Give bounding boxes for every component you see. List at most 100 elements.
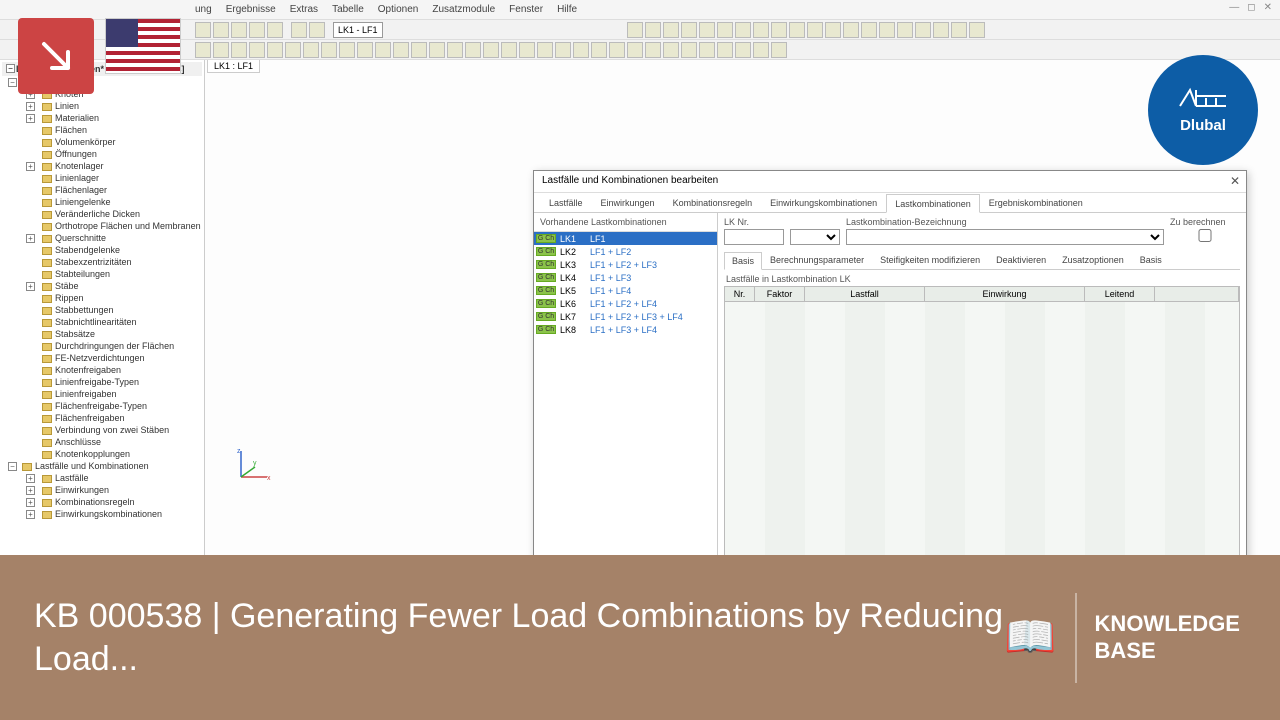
toolbar-button[interactable] — [735, 22, 751, 38]
toolbar-button[interactable] — [627, 22, 643, 38]
menu-item[interactable]: Ergebnisse — [226, 4, 276, 15]
calculate-checkbox[interactable] — [1170, 229, 1240, 242]
tree-item[interactable]: +Querschnitte — [2, 232, 202, 244]
toolbar-button[interactable] — [267, 42, 283, 58]
tree-item[interactable]: Flächenlager — [2, 184, 202, 196]
combination-row[interactable]: G ChLK2LF1 + LF2 — [534, 245, 717, 258]
menu-item[interactable]: Zusatzmodule — [432, 4, 495, 15]
toolbar-button[interactable] — [897, 22, 913, 38]
toolbar-button[interactable] — [969, 22, 985, 38]
tree-item[interactable]: Linienfreigabe-Typen — [2, 376, 202, 388]
toolbar-button[interactable] — [519, 42, 535, 58]
toolbar-button[interactable] — [393, 42, 409, 58]
toolbar-button[interactable] — [951, 22, 967, 38]
toolbar-button[interactable] — [291, 22, 307, 38]
toolbar-button[interactable] — [753, 22, 769, 38]
sub-tab[interactable]: Steifigkeiten modifizieren — [872, 251, 988, 269]
toolbar-button[interactable] — [861, 22, 877, 38]
dialog-tab[interactable]: Einwirkungen — [592, 193, 664, 212]
toolbar-button[interactable] — [195, 22, 211, 38]
toolbar-button[interactable] — [771, 42, 787, 58]
dialog-tab[interactable]: Lastfälle — [540, 193, 592, 212]
toolbar-button[interactable] — [717, 42, 733, 58]
combination-row[interactable]: G ChLK3LF1 + LF2 + LF3 — [534, 258, 717, 271]
sub-tab[interactable]: Basis — [1132, 251, 1170, 269]
toolbar-button[interactable] — [843, 22, 859, 38]
toolbar-button[interactable] — [663, 42, 679, 58]
tree-item[interactable]: Stabsätze — [2, 328, 202, 340]
toolbar-button[interactable] — [933, 22, 949, 38]
dialog-tab[interactable]: Ergebniskombinationen — [980, 193, 1092, 212]
toolbar-button[interactable] — [411, 42, 427, 58]
toolbar-button[interactable] — [645, 42, 661, 58]
grid-column-header[interactable]: Nr. — [725, 287, 755, 301]
combination-row[interactable]: G ChLK6LF1 + LF2 + LF4 — [534, 297, 717, 310]
tree-item[interactable]: Stabteilungen — [2, 268, 202, 280]
toolbar-button[interactable] — [213, 42, 229, 58]
toolbar-button[interactable] — [663, 22, 679, 38]
sub-tab[interactable]: Berechnungsparameter — [762, 251, 872, 269]
toolbar-button[interactable] — [825, 22, 841, 38]
tree-item[interactable]: Liniengelenke — [2, 196, 202, 208]
toolbar-button[interactable] — [789, 22, 805, 38]
menu-item[interactable]: Optionen — [378, 4, 419, 15]
menu-item[interactable]: Tabelle — [332, 4, 364, 15]
toolbar-button[interactable] — [699, 42, 715, 58]
tree-group[interactable]: −Lastfälle und Kombinationen — [2, 460, 202, 472]
toolbar-button[interactable] — [303, 42, 319, 58]
tree-item[interactable]: Flächenfreigabe-Typen — [2, 400, 202, 412]
sub-tab[interactable]: Zusatzoptionen — [1054, 251, 1132, 269]
tree-item[interactable]: Stabexzentrizitäten — [2, 256, 202, 268]
sub-tab[interactable]: Deaktivieren — [988, 251, 1054, 269]
menu-item[interactable]: Extras — [290, 4, 318, 15]
toolbar-button[interactable] — [591, 42, 607, 58]
close-icon[interactable]: ✕ — [1264, 2, 1272, 13]
close-icon[interactable]: ✕ — [1230, 174, 1240, 188]
tree-item[interactable]: Durchdringungen der Flächen — [2, 340, 202, 352]
toolbar-button[interactable] — [501, 42, 517, 58]
toolbar-button[interactable] — [681, 22, 697, 38]
tree-item[interactable]: FE-Netzverdichtungen — [2, 352, 202, 364]
toolbar-button[interactable] — [717, 22, 733, 38]
combination-row[interactable]: G ChLK4LF1 + LF3 — [534, 271, 717, 284]
tree-item[interactable]: Knotenkopplungen — [2, 448, 202, 460]
toolbar-button[interactable] — [447, 42, 463, 58]
tree-item[interactable]: Linienlager — [2, 172, 202, 184]
sub-tab[interactable]: Basis — [724, 252, 762, 270]
tree-item[interactable]: Verbindung von zwei Stäben — [2, 424, 202, 436]
toolbar-button[interactable] — [915, 22, 931, 38]
grid-column-header[interactable]: Leitend — [1085, 287, 1155, 301]
tree-item[interactable]: +Knotenlager — [2, 160, 202, 172]
tree-item[interactable]: Stabbettungen — [2, 304, 202, 316]
toolbar-button[interactable] — [309, 22, 325, 38]
grid-column-header[interactable]: Faktor — [755, 287, 805, 301]
tree-item[interactable]: +Einwirkungskombinationen — [2, 508, 202, 520]
tree-item[interactable]: +Einwirkungen — [2, 484, 202, 496]
model-viewport[interactable]: LK1 : LF1 z x y Lastfälle und Kombinatio… — [205, 60, 1280, 555]
tree-item[interactable]: Linienfreigaben — [2, 388, 202, 400]
menu-item[interactable]: Fenster — [509, 4, 543, 15]
tree-item[interactable]: Stabendgelenke — [2, 244, 202, 256]
toolbar-button[interactable] — [231, 22, 247, 38]
maximize-icon[interactable]: ◻ — [1247, 2, 1255, 13]
viewport-tab[interactable]: LK1 : LF1 — [207, 60, 260, 73]
toolbar-button[interactable] — [195, 42, 211, 58]
tree-item[interactable]: +Kombinationsregeln — [2, 496, 202, 508]
toolbar-button[interactable] — [627, 42, 643, 58]
loadcase-combo[interactable]: LK1 - LF1 — [333, 22, 383, 38]
combination-row[interactable]: G ChLK8LF1 + LF3 + LF4 — [534, 323, 717, 336]
toolbar-button[interactable] — [429, 42, 445, 58]
toolbar-button[interactable] — [231, 42, 247, 58]
tree-item[interactable]: Stabnichtlinearitäten — [2, 316, 202, 328]
tree-item[interactable]: Flächenfreigaben — [2, 412, 202, 424]
dialog-tab[interactable]: Kombinationsregeln — [664, 193, 762, 212]
toolbar-button[interactable] — [213, 22, 229, 38]
toolbar-button[interactable] — [339, 42, 355, 58]
toolbar-button[interactable] — [681, 42, 697, 58]
tree-item[interactable]: +Linien — [2, 100, 202, 112]
toolbar-button[interactable] — [249, 42, 265, 58]
combination-row[interactable]: G ChLK5LF1 + LF4 — [534, 284, 717, 297]
menu-item[interactable]: Hilfe — [557, 4, 577, 15]
combination-row[interactable]: G ChLK7LF1 + LF2 + LF3 + LF4 — [534, 310, 717, 323]
tree-item[interactable]: Veränderliche Dicken — [2, 208, 202, 220]
